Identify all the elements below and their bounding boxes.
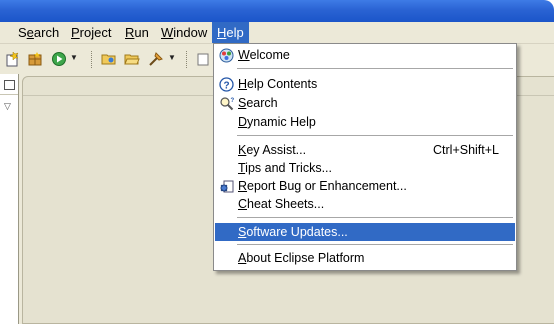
new-wizard-icon[interactable]: [4, 51, 20, 67]
menu-item-help-contents[interactable]: ? Help Contents: [215, 75, 515, 93]
toolbar-partial-icon[interactable]: [195, 51, 211, 67]
menu-item-dynamic-help[interactable]: Dynamic Help: [215, 113, 515, 131]
title-bar: [0, 0, 554, 22]
run-icon[interactable]: [51, 51, 67, 67]
menu-item-software-updates[interactable]: Software Updates...: [215, 223, 515, 241]
menu-run[interactable]: Run: [120, 22, 154, 43]
menu-item-search[interactable]: ? Search: [215, 94, 515, 112]
svg-text:?: ?: [223, 81, 229, 92]
menu-window-mnemonic: W: [161, 25, 174, 40]
panel-divider: [0, 94, 18, 95]
menu-bar: Search Project Run Window Help: [0, 22, 554, 44]
launch-dropdown-arrow-icon[interactable]: ▼: [168, 53, 176, 62]
open-type-icon[interactable]: [101, 51, 117, 67]
menu-item-key-assist[interactable]: Key Assist... Ctrl+Shift+L: [215, 141, 515, 159]
menu-help-mnemonic: H: [217, 25, 227, 40]
menu-separator: [237, 244, 513, 246]
search-icon: ?: [219, 96, 235, 111]
eclipse-window: Search Project Run Window Help ▼ ▼ ▽ Wel…: [0, 0, 554, 324]
run-dropdown-arrow-icon[interactable]: ▼: [70, 53, 78, 62]
menu-item-tips-and-tricks[interactable]: Tips and Tricks...: [215, 159, 515, 177]
menu-run-mnemonic: R: [125, 25, 135, 40]
key-assist-shortcut: Ctrl+Shift+L: [433, 143, 500, 157]
menu-search-mnemonic: e: [26, 25, 34, 40]
menu-help[interactable]: Help: [212, 22, 249, 43]
welcome-label: elcome: [249, 48, 290, 62]
menu-item-about[interactable]: About Eclipse Platform: [215, 249, 515, 267]
debug-launch-icon[interactable]: [148, 51, 164, 67]
menu-separator: [237, 135, 513, 137]
left-view-panel: ▽: [0, 74, 19, 324]
menu-search[interactable]: Search: [13, 22, 64, 43]
svg-text:?: ?: [231, 98, 235, 104]
help-icon: ?: [219, 77, 234, 92]
menu-project-mnemonic: P: [71, 25, 80, 40]
open-resource-icon[interactable]: [124, 51, 140, 67]
toolbar-separator-2: [186, 51, 189, 68]
bug-report-icon: [219, 179, 234, 194]
help-menu-dropdown: Welcome ? Help Contents ? Search Dynamic…: [213, 43, 517, 271]
toolbar-separator: [91, 51, 94, 68]
menu-item-cheat-sheets[interactable]: Cheat Sheets...: [215, 195, 515, 213]
menu-item-report-bug[interactable]: Report Bug or Enhancement...: [215, 177, 515, 195]
welcome-icon: [219, 48, 234, 63]
menu-window[interactable]: Window: [156, 22, 212, 43]
menu-project[interactable]: Project: [66, 22, 116, 43]
menu-separator: [237, 217, 513, 219]
view-menu-icon[interactable]: ▽: [4, 101, 11, 112]
menu-separator: [237, 68, 513, 70]
menu-item-welcome[interactable]: Welcome: [215, 46, 515, 64]
restore-icon[interactable]: [4, 80, 15, 90]
new-package-icon[interactable]: [27, 51, 43, 67]
